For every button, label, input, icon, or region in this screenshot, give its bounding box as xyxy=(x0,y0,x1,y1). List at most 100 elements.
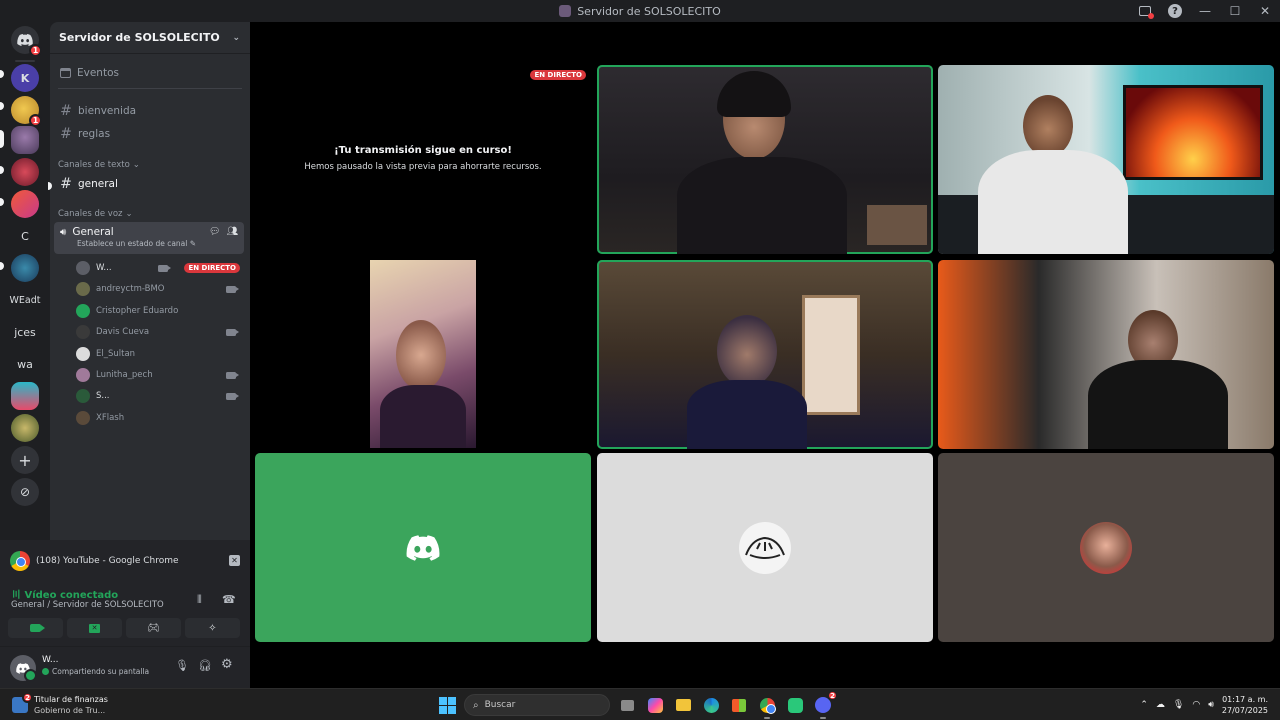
user-status: Compartiendo su pantalla xyxy=(42,667,149,676)
server-current[interactable] xyxy=(11,126,39,154)
close-button[interactable]: ✕ xyxy=(1250,0,1280,22)
app-button[interactable] xyxy=(784,694,806,716)
voice-member[interactable]: Lunitha_pech xyxy=(76,365,242,385)
copilot-button[interactable] xyxy=(644,694,666,716)
inbox-button[interactable] xyxy=(1130,0,1160,22)
widgets-button[interactable]: 2 Titular de finanzas Gobierno de Tru... xyxy=(12,692,108,716)
voice-member[interactable]: Davis Cueva xyxy=(76,322,242,342)
video-tile[interactable] xyxy=(938,260,1274,449)
clock[interactable]: 01:17 a. m. 27/07/2025 xyxy=(1222,694,1268,716)
chevron-up-icon[interactable]: ⌃ xyxy=(1140,700,1148,710)
paused-subtitle: Hemos pausado la vista previa para ahorr… xyxy=(304,162,542,172)
headphones-icon: 🎧︎ xyxy=(198,659,212,672)
file-explorer-button[interactable] xyxy=(672,694,694,716)
camera-icon xyxy=(226,328,239,336)
explore-button[interactable]: ⊘ xyxy=(11,478,39,506)
voice-member[interactable]: andreyctm-BMO xyxy=(76,279,242,299)
wifi-icon[interactable]: ◠ xyxy=(1192,700,1200,710)
server-jces[interactable]: jces xyxy=(11,318,39,346)
weather-icon[interactable]: ☁︎ xyxy=(1156,700,1165,710)
video-tile[interactable] xyxy=(597,65,933,254)
invite-icon[interactable]: 👥︎ xyxy=(227,227,238,237)
window-title: Servidor de SOLSOLECITO xyxy=(577,4,721,18)
server-wa[interactable]: wa xyxy=(11,350,39,378)
video-tile[interactable] xyxy=(255,453,591,642)
start-button[interactable] xyxy=(436,694,458,716)
server-anime[interactable] xyxy=(11,158,39,186)
server-teal[interactable] xyxy=(11,382,39,410)
discord-taskbar-button[interactable]: 2 xyxy=(812,690,838,719)
noise-suppression-button[interactable]: ⦀ xyxy=(197,593,202,607)
server-c[interactable]: C xyxy=(11,222,39,250)
add-server-button[interactable]: + xyxy=(11,446,39,474)
category-voice[interactable]: Canales de voz ⌄ xyxy=(58,209,133,219)
voice-member[interactable]: W... EN DIRECTO xyxy=(76,258,242,278)
microphone-icon[interactable]: 🎙︎ xyxy=(1173,700,1184,710)
hash-icon: # xyxy=(60,126,72,142)
deafen-button[interactable]: 🎧︎ xyxy=(198,659,212,672)
minimize-button[interactable]: — xyxy=(1190,0,1220,22)
discord-logo-icon xyxy=(406,534,440,561)
voice-channel-general[interactable]: 🔊︎ General Establece un estado de canal … xyxy=(54,222,244,254)
paused-title: ¡Tu transmisión sigue en curso! xyxy=(334,145,512,156)
voice-member[interactable]: S... xyxy=(76,386,242,406)
server-k[interactable]: K xyxy=(11,64,39,92)
divider xyxy=(58,88,242,89)
video-tile[interactable] xyxy=(597,260,933,449)
soundboard-button[interactable]: ✧ xyxy=(185,618,240,638)
help-button[interactable]: ? xyxy=(1160,0,1190,22)
settings-button[interactable]: ⚙ xyxy=(221,657,233,672)
server-blue[interactable] xyxy=(11,254,39,282)
chrome-taskbar-button[interactable] xyxy=(756,694,778,719)
voice-member[interactable]: XFlash xyxy=(76,408,242,428)
maximize-button[interactable]: ☐ xyxy=(1220,0,1250,22)
video-tile[interactable] xyxy=(938,65,1274,254)
voice-member[interactable]: Cristopher Eduardo xyxy=(76,301,242,321)
home-button[interactable]: 1 xyxy=(11,26,42,57)
server-weadt-label: WEadt xyxy=(9,294,41,306)
server-orange[interactable] xyxy=(11,190,39,218)
events-label: Eventos xyxy=(77,67,119,79)
channel-bienvenida[interactable]: # bienvenida xyxy=(54,101,244,121)
server-green[interactable] xyxy=(11,414,39,442)
stream-controls: ✕ 🎮︎ ✧ xyxy=(8,618,240,638)
search-box[interactable]: ⌕ Buscar xyxy=(464,694,610,716)
activities-button[interactable]: 🎮︎ xyxy=(126,618,181,638)
chrome-icon xyxy=(759,697,776,714)
edge-button[interactable] xyxy=(700,694,722,716)
user-name: W... xyxy=(42,655,59,665)
avatar[interactable] xyxy=(10,655,37,682)
category-label: Canales de texto xyxy=(58,160,130,170)
channel-reglas[interactable]: # reglas xyxy=(54,124,244,144)
stream-source-label: (108) YouTube - Google Chrome xyxy=(36,556,179,566)
avatar xyxy=(76,303,90,318)
gear-icon: ⚙ xyxy=(221,657,233,672)
live-badge: EN DIRECTO xyxy=(530,70,586,80)
connection-status[interactable]: 〣 Vídeo conectado xyxy=(11,586,118,601)
task-view-button[interactable] xyxy=(616,694,638,716)
camera-button[interactable] xyxy=(8,618,63,638)
events-item[interactable]: Eventos xyxy=(54,63,244,83)
video-tile[interactable] xyxy=(938,453,1274,642)
paused-stream-tile[interactable]: EN DIRECTO ¡Tu transmisión sigue en curs… xyxy=(255,63,591,255)
category-text[interactable]: Canales de texto ⌄ xyxy=(58,160,140,170)
channel-general[interactable]: # general xyxy=(54,174,244,194)
waveform-icon: ⦀ xyxy=(197,593,202,606)
copilot-icon xyxy=(647,697,663,713)
stop-stream-button[interactable]: ✕ xyxy=(229,555,240,566)
server-header[interactable]: Servidor de SOLSOLECITO ⌄ xyxy=(50,22,250,54)
screen-share-button[interactable]: ✕ xyxy=(67,618,122,638)
voice-member[interactable]: El_Sultan xyxy=(76,344,242,364)
window-titlebar: Servidor de SOLSOLECITO ? — ☐ ✕ xyxy=(0,0,1280,22)
store-button[interactable] xyxy=(728,694,750,716)
volume-icon[interactable]: 🔊︎ xyxy=(1208,700,1214,710)
server-weadt[interactable]: WEadt xyxy=(6,286,44,314)
disconnect-button[interactable]: ☎︎ xyxy=(222,593,236,606)
chat-icon[interactable]: 💬︎ xyxy=(209,227,220,237)
unread-indicator xyxy=(0,102,4,110)
video-tile[interactable] xyxy=(597,453,933,642)
server-emoji[interactable]: 1 xyxy=(11,96,42,127)
voice-status-text[interactable]: Establece un estado de canal xyxy=(77,239,187,248)
video-tile[interactable] xyxy=(370,260,476,448)
mute-button[interactable]: 🎙︎ xyxy=(175,659,189,672)
